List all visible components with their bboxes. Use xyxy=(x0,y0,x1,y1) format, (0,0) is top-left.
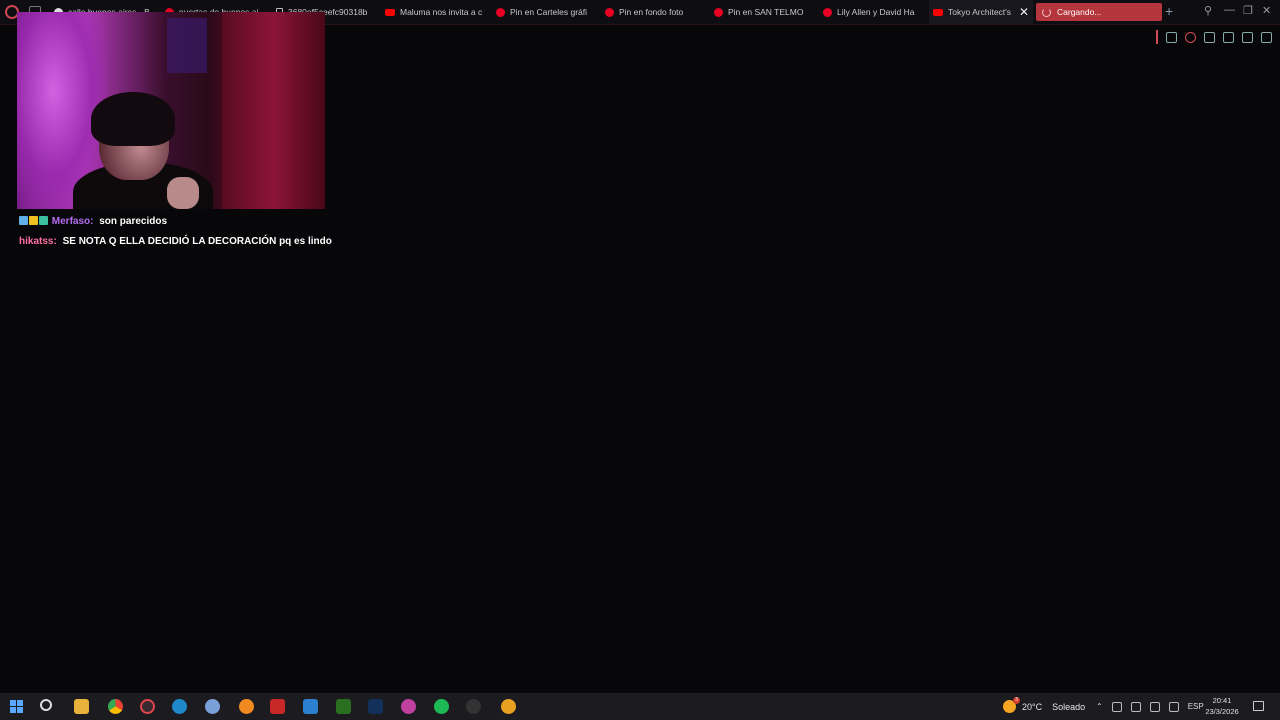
voice-app-icon[interactable] xyxy=(270,699,285,714)
weather-condition: Soleado xyxy=(1052,701,1086,712)
youtube-icon xyxy=(933,8,943,16)
capture-app-icon[interactable] xyxy=(401,699,416,714)
obs-orange-icon[interactable] xyxy=(239,699,254,714)
tab-loading[interactable]: Cargando... xyxy=(1036,3,1162,21)
obs-studio-icon[interactable] xyxy=(466,699,481,714)
tab-pin-carteles[interactable]: Pin en Carteles gráfi xyxy=(496,0,596,24)
subscriber-badge-icon xyxy=(39,216,48,225)
close-tab-icon[interactable]: ✕ xyxy=(1019,5,1029,19)
pinterest-icon xyxy=(605,7,614,17)
search-icon[interactable] xyxy=(40,699,52,711)
windows-start-icon[interactable] xyxy=(9,699,24,714)
tab-lily-allen[interactable]: Lily Allen y David Ha xyxy=(823,0,923,24)
extensions-icon[interactable] xyxy=(1204,31,1215,43)
red-door xyxy=(222,12,325,209)
toolbar-divider xyxy=(1156,30,1158,44)
tab-tokyo-architect-active[interactable]: Tokyo Architect's ✕ xyxy=(929,0,1033,24)
chat-text: son parecidos xyxy=(99,216,168,227)
streamer-hand xyxy=(167,177,199,209)
photos-icon[interactable] xyxy=(303,699,318,714)
clock-time: 20:41 xyxy=(1212,696,1232,705)
tab-pin-san-telmo[interactable]: Pin en SAN TELMO xyxy=(714,0,814,24)
system-tray: ⌃ ESP xyxy=(1096,693,1204,720)
close-window-icon[interactable]: ✕ xyxy=(1262,4,1271,17)
pen-icon[interactable] xyxy=(1168,701,1179,712)
volume-icon[interactable] xyxy=(1149,701,1160,712)
pinterest-icon xyxy=(496,7,505,17)
extension-toolbar xyxy=(1156,30,1272,44)
loading-spinner-icon xyxy=(1042,7,1051,17)
stream-chat: Merfaso: son parecidos hikatss: SE NOTA … xyxy=(19,212,332,252)
chevron-up-icon[interactable]: ⌃ xyxy=(1096,702,1103,711)
spotify-icon[interactable] xyxy=(434,699,449,714)
microphone-icon[interactable] xyxy=(1111,701,1122,712)
sword-badge-icon xyxy=(19,216,28,225)
new-tab-button[interactable]: + xyxy=(1165,3,1173,19)
tab-maluma-video[interactable]: Maluma nos invita a c xyxy=(385,0,485,24)
profile-icon[interactable] xyxy=(1223,31,1234,43)
translate-icon[interactable] xyxy=(1166,31,1177,43)
edge-icon[interactable] xyxy=(172,699,187,714)
notification-center-icon[interactable] xyxy=(1253,701,1264,711)
pinterest-icon xyxy=(823,7,832,17)
chat-message: hikatss: SE NOTA Q ELLA DECIDIÓ LA DECOR… xyxy=(19,232,332,252)
windows-taskbar: 3 20°C Soleado ⌃ ESP 20:41 23/3/2026 xyxy=(0,693,1280,720)
chat-username[interactable]: hikatss: xyxy=(19,236,57,247)
webcam-overlay xyxy=(17,12,325,209)
wall-poster xyxy=(167,18,207,73)
weather-widget[interactable]: 3 20°C Soleado xyxy=(1003,693,1085,720)
streamer-hair xyxy=(91,92,175,146)
chat-text: SE NOTA Q ELLA DECIDIÓ LA DECORACIÓN pq … xyxy=(62,236,332,247)
clock-date: 23/3/2026 xyxy=(1205,707,1239,716)
minimize-icon[interactable]: — xyxy=(1224,4,1235,16)
vegas-icon[interactable] xyxy=(368,699,383,714)
pinterest-icon xyxy=(714,7,723,17)
network-icon[interactable] xyxy=(1130,701,1141,712)
app-orange-dot-icon[interactable] xyxy=(501,699,516,714)
vpn-icon[interactable] xyxy=(1185,31,1196,43)
clock[interactable]: 20:41 23/3/2026 xyxy=(1200,695,1244,717)
youtube-icon xyxy=(385,8,395,16)
chat-username[interactable]: Merfaso: xyxy=(52,216,94,227)
sun-icon: 3 xyxy=(1003,697,1020,713)
downloads-icon[interactable] xyxy=(1242,31,1253,43)
app-swirl-icon[interactable] xyxy=(205,699,220,714)
search-tabs-icon[interactable]: ⚲ xyxy=(1204,4,1212,17)
chat-message: Merfaso: son parecidos xyxy=(19,212,332,232)
tab-pin-fondo-foto[interactable]: Pin en fondo foto xyxy=(605,0,705,24)
chrome-icon[interactable] xyxy=(108,699,123,714)
crown-badge-icon xyxy=(29,216,38,225)
file-explorer-icon[interactable] xyxy=(74,699,89,714)
restore-icon[interactable]: ❐ xyxy=(1243,4,1253,17)
weather-temperature: 20°C xyxy=(1022,701,1043,712)
easy-setup-icon[interactable] xyxy=(1261,31,1272,43)
pt-app-icon[interactable] xyxy=(336,699,351,714)
opera-gx-icon[interactable] xyxy=(140,699,155,714)
